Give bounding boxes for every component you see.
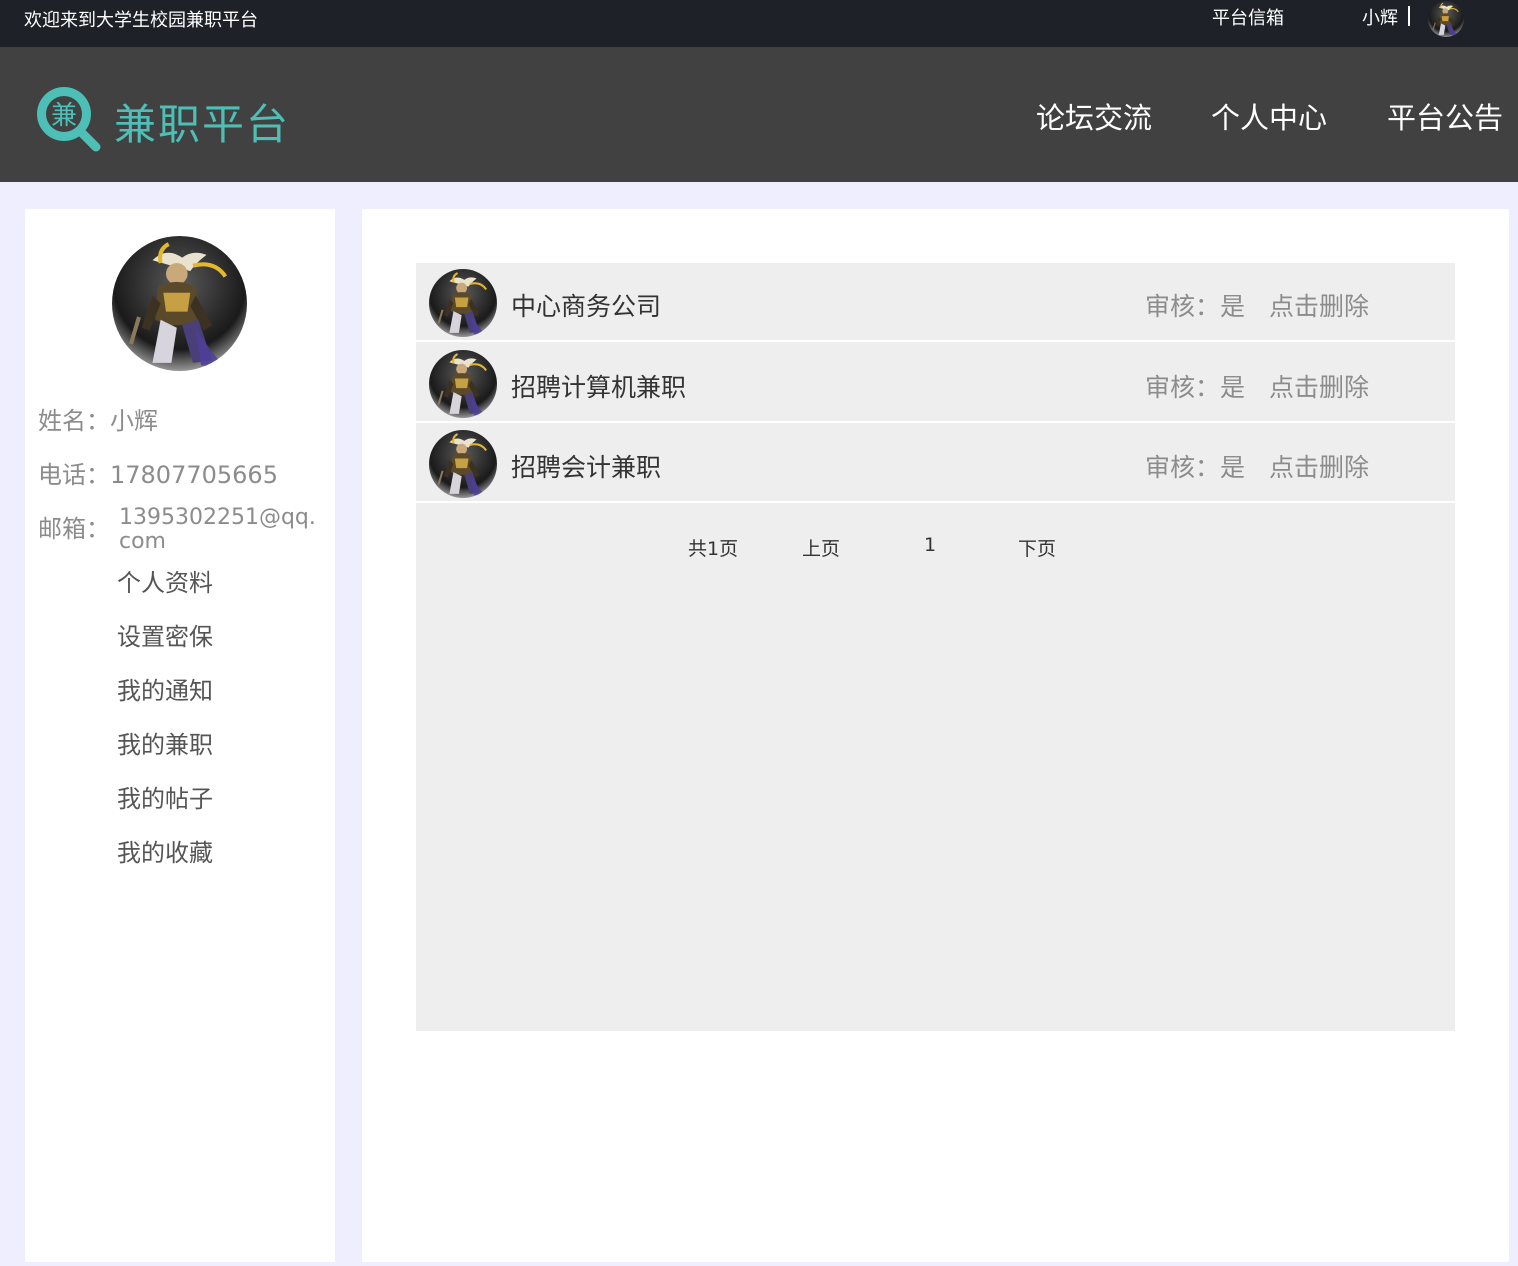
profile-phone: 电话：17807705665 bbox=[38, 455, 278, 490]
mailbox-link[interactable]: 平台信箱 bbox=[1212, 4, 1284, 30]
page-number[interactable]: 1 bbox=[924, 534, 936, 556]
avatar-image bbox=[429, 430, 497, 498]
menu-favorites[interactable]: 我的收藏 bbox=[117, 833, 213, 868]
job-title[interactable]: 招聘会计兼职 bbox=[511, 448, 661, 484]
divider bbox=[1408, 6, 1410, 26]
top-bar: 欢迎来到大学生校园兼职平台 平台信箱 小辉 bbox=[0, 0, 1518, 47]
avatar-image bbox=[429, 269, 497, 337]
profile-name: 姓名：小辉 bbox=[38, 401, 158, 436]
list-item: 招聘计算机兼职 审核：是 点击删除 bbox=[416, 344, 1455, 423]
phone-value: 17807705665 bbox=[110, 461, 278, 489]
logo-char: 兼 bbox=[51, 101, 77, 131]
header: 兼 兼职平台 论坛交流 个人中心 平台公告 bbox=[0, 47, 1518, 182]
audit-status: 审核：是 bbox=[1145, 453, 1246, 482]
menu-my-jobs[interactable]: 我的兼职 bbox=[117, 725, 213, 760]
job-list: 中心商务公司 审核：是 点击删除 招聘计算机兼职 审核：是 点击删除 招聘会计兼… bbox=[416, 263, 1455, 1031]
user-avatar[interactable] bbox=[1428, 1, 1464, 37]
job-avatar bbox=[429, 269, 497, 337]
logo-search-icon[interactable]: 兼 bbox=[32, 83, 102, 153]
list-item: 招聘会计兼职 审核：是 点击删除 bbox=[416, 424, 1455, 503]
nav-forum[interactable]: 论坛交流 bbox=[1036, 95, 1152, 137]
menu-security-question[interactable]: 设置密保 bbox=[117, 617, 213, 652]
nav-announcements[interactable]: 平台公告 bbox=[1387, 95, 1503, 137]
username-link[interactable]: 小辉 bbox=[1362, 4, 1398, 30]
logo-text[interactable]: 兼职平台 bbox=[114, 91, 290, 152]
main-content: 中心商务公司 审核：是 点击删除 招聘计算机兼职 审核：是 点击删除 招聘会计兼… bbox=[362, 209, 1509, 1262]
page-total: 共1页 bbox=[688, 538, 739, 560]
job-avatar bbox=[429, 430, 497, 498]
profile-sidebar: 姓名：小辉 电话：17807705665 邮箱： 1395302251@qq.c… bbox=[25, 209, 335, 1262]
delete-button[interactable]: 点击删除 bbox=[1269, 368, 1369, 404]
job-title[interactable]: 中心商务公司 bbox=[511, 287, 661, 323]
audit-status: 审核：是 bbox=[1145, 373, 1246, 402]
delete-button[interactable]: 点击删除 bbox=[1269, 287, 1369, 323]
job-avatar bbox=[429, 350, 497, 418]
welcome-text: 欢迎来到大学生校园兼职平台 bbox=[24, 10, 258, 31]
email-label: 邮箱： bbox=[38, 515, 110, 543]
next-page-button[interactable]: 下页 bbox=[1018, 534, 1056, 561]
job-title[interactable]: 招聘计算机兼职 bbox=[511, 368, 686, 404]
delete-button[interactable]: 点击删除 bbox=[1269, 448, 1369, 484]
profile-avatar bbox=[112, 236, 247, 371]
nav-personal-center[interactable]: 个人中心 bbox=[1211, 95, 1327, 137]
avatar-image bbox=[112, 236, 247, 371]
name-label: 姓名： bbox=[38, 407, 110, 435]
audit-status: 审核：是 bbox=[1145, 292, 1246, 321]
prev-page-button[interactable]: 上页 bbox=[802, 534, 840, 561]
menu-profile[interactable]: 个人资料 bbox=[117, 563, 213, 598]
list-item: 中心商务公司 审核：是 点击删除 bbox=[416, 263, 1455, 342]
avatar-image bbox=[429, 350, 497, 418]
email-value: 1395302251@qq.com bbox=[119, 505, 316, 554]
name-value: 小辉 bbox=[110, 407, 158, 435]
phone-label: 电话： bbox=[38, 461, 110, 489]
avatar-image bbox=[1428, 1, 1464, 37]
menu-my-posts[interactable]: 我的帖子 bbox=[117, 779, 213, 814]
menu-notifications[interactable]: 我的通知 bbox=[117, 671, 213, 706]
